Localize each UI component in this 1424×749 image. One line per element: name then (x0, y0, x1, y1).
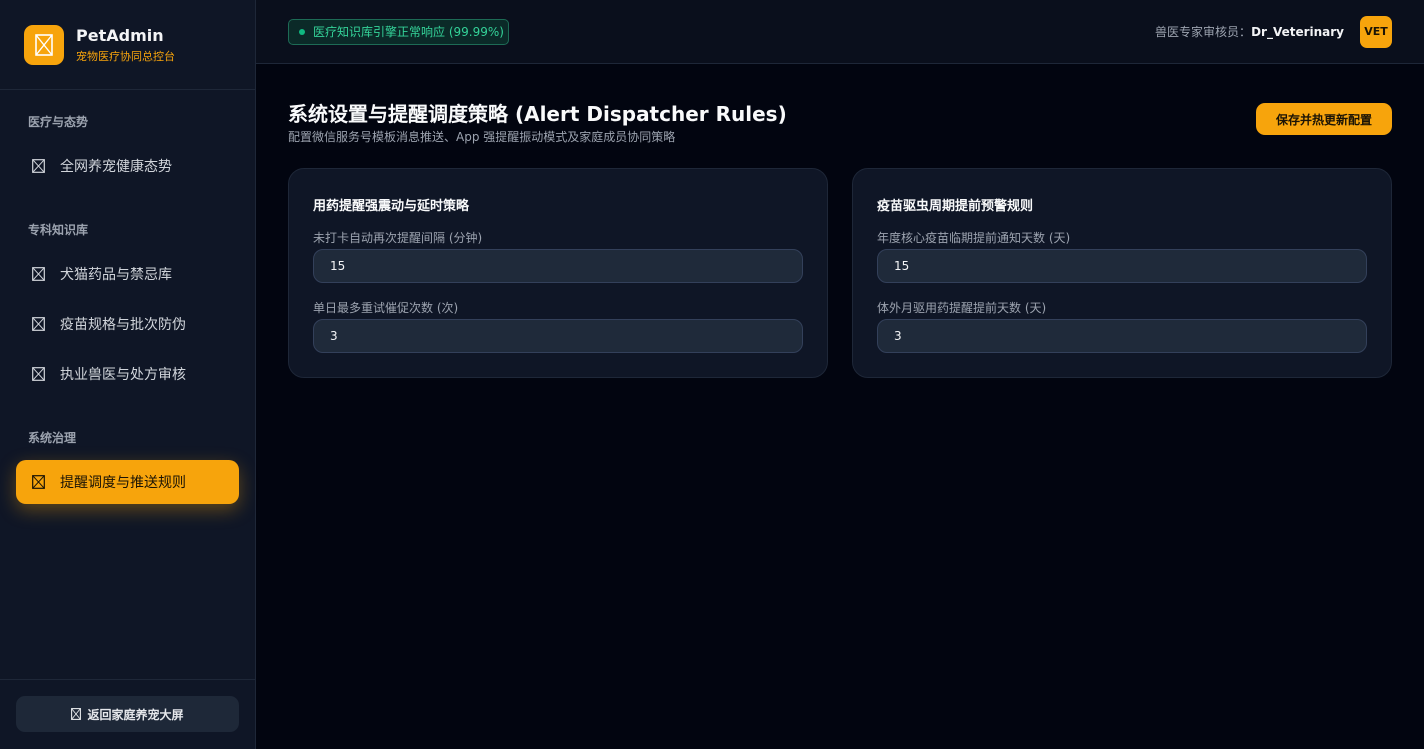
sidebar-footer: 返回家庭养宠大屏 (0, 679, 255, 749)
brand-subtitle: 宠物医疗协同总控台 (76, 49, 175, 63)
field-label: 体外月驱用药提醒提前天数 (天) (877, 301, 1047, 315)
field-label: 年度核心疫苗临期提前通知天数 (天) (877, 231, 1071, 245)
box-icon (32, 267, 45, 281)
field-label: 未打卡自动再次提醒间隔 (分钟) (313, 231, 483, 245)
save-config-button[interactable]: 保存并热更新配置 (1256, 103, 1392, 135)
sidebar-item-vaccine-specs[interactable]: 疫苗规格与批次防伪 (16, 302, 239, 346)
box-icon (71, 708, 82, 720)
vaccine-notice-days-input[interactable] (877, 249, 1367, 283)
nav-group-medical: 医疗与态势 (28, 115, 89, 129)
status-badge: 医疗知识库引擎正常响应 (99.99%) (288, 19, 509, 45)
nav-group-knowledge: 专科知识库 (28, 223, 89, 237)
sidebar-item-label: 全网养宠健康态势 (60, 159, 172, 175)
nav-group-governance: 系统治理 (28, 431, 77, 445)
avatar[interactable]: VET (1360, 16, 1392, 48)
page-subtitle: 配置微信服务号模板消息推送、App 强提醒振动模式及家庭成员协同策略 (288, 130, 676, 144)
sidebar-item-drug-library[interactable]: 犬猫药品与禁忌库 (16, 252, 239, 296)
sidebar-item-label: 提醒调度与推送规则 (60, 475, 186, 491)
sidebar-item-alert-rules[interactable]: 提醒调度与推送规则 (16, 460, 239, 504)
sidebar-item-label: 执业兽医与处方审核 (60, 367, 186, 383)
status-text: 医疗知识库引擎正常响应 (99.99%) (313, 25, 504, 39)
box-icon (32, 159, 45, 173)
sidebar-item-vet-review[interactable]: 执业兽医与处方审核 (16, 352, 239, 396)
page-title: 系统设置与提醒调度策略 (Alert Dispatcher Rules) (288, 102, 787, 126)
card-title: 疫苗驱虫周期提前预警规则 (877, 199, 1034, 214)
back-button-label: 返回家庭养宠大屏 (87, 707, 184, 722)
brand: PetAdmin 宠物医疗协同总控台 (0, 0, 255, 90)
sidebar: PetAdmin 宠物医疗协同总控台 医疗与态势 全网养宠健康态势 专科知识库 … (0, 0, 256, 749)
brand-logo-icon (24, 24, 64, 65)
box-icon (32, 317, 45, 331)
brand-title: PetAdmin (76, 25, 164, 45)
deworming-notice-days-input[interactable] (877, 319, 1367, 353)
sidebar-item-health-overview[interactable]: 全网养宠健康态势 (16, 144, 239, 188)
back-to-dashboard-button[interactable]: 返回家庭养宠大屏 (16, 696, 239, 732)
reviewer-label: 兽医专家审核员： (1155, 25, 1252, 39)
reviewer-name: Dr_Veterinary (1251, 25, 1344, 39)
vaccine-deworming-card: 疫苗驱虫周期提前预警规则 年度核心疫苗临期提前通知天数 (天) 体外月驱用药提醒… (852, 168, 1392, 378)
retry-interval-input[interactable] (313, 249, 803, 283)
sidebar-nav: 医疗与态势 全网养宠健康态势 专科知识库 犬猫药品与禁忌库 疫苗规格与批次防伪 … (0, 90, 255, 504)
box-icon (32, 475, 45, 489)
max-retries-input[interactable] (313, 319, 803, 353)
field-label: 单日最多重试催促次数 (次) (313, 301, 459, 315)
sidebar-item-label: 疫苗规格与批次防伪 (60, 317, 186, 333)
card-title: 用药提醒强震动与延时策略 (313, 199, 470, 214)
box-icon (32, 367, 45, 381)
medication-reminder-card: 用药提醒强震动与延时策略 未打卡自动再次提醒间隔 (分钟) 单日最多重试催促次数… (288, 168, 828, 378)
top-header: 医疗知识库引擎正常响应 (99.99%) 兽医专家审核员：Dr_Veterina… (256, 0, 1424, 64)
sidebar-item-label: 犬猫药品与禁忌库 (60, 267, 172, 283)
status-dot-icon (299, 29, 305, 35)
reviewer-info: 兽医专家审核员：Dr_Veterinary (1155, 23, 1344, 40)
